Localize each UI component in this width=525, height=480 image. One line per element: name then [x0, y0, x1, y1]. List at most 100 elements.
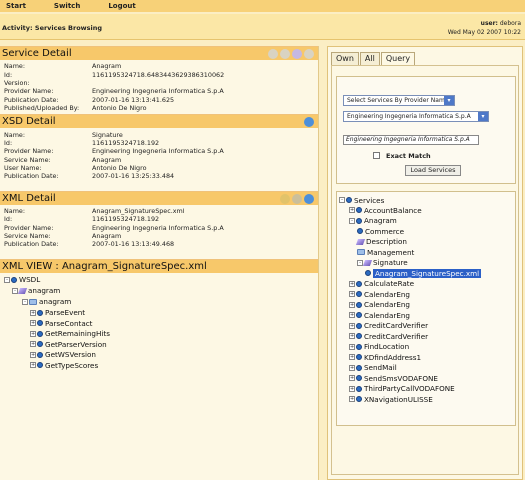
database-icon[interactable] — [304, 117, 314, 128]
field-label: Name: — [4, 206, 26, 215]
field-row: Publication Date: 2007-01-16 13:25:33.484 — [4, 172, 314, 180]
user-date: Wed May 02 2007 10:22 — [447, 29, 521, 36]
user-name: debora — [499, 20, 521, 27]
service-node[interactable]: + KDfindAddress1 — [349, 352, 421, 362]
service-node[interactable]: Commerce — [357, 226, 404, 236]
service-node[interactable]: + CalendarEng — [349, 310, 410, 320]
xml-view-tree: - WSDL - anagram - anagram + ParseEvent + ParseCo… — [0, 273, 318, 383]
service-node[interactable]: + XNavigationULISSE — [349, 394, 433, 404]
service-node[interactable]: + CreditCardVerifier — [349, 331, 428, 341]
service-node[interactable]: Management — [357, 247, 414, 257]
xml-node[interactable]: + ParseEvent — [30, 308, 85, 318]
collapse-icon[interactable]: - — [339, 197, 345, 203]
expand-icon[interactable]: + — [30, 341, 36, 348]
expand-icon[interactable]: + — [349, 312, 355, 318]
service-node[interactable]: + CalendarEng — [349, 300, 410, 310]
service-node[interactable]: Description — [355, 237, 407, 247]
xml-node[interactable]: + GetWSVersion — [30, 350, 96, 360]
expand-icon[interactable]: + — [349, 385, 355, 392]
delete-icon[interactable] — [304, 49, 314, 59]
tab-own[interactable]: Own — [331, 52, 359, 65]
expand-icon[interactable]: + — [349, 343, 355, 350]
save-icon[interactable] — [292, 193, 302, 204]
tree-node-label: CreditCardVerifier — [364, 331, 429, 341]
services-root[interactable]: - Services — [339, 195, 384, 205]
xml-node[interactable]: + GetParserVersion — [30, 339, 107, 349]
service-node[interactable]: Anagram_SignatureSpec.xml — [365, 268, 482, 278]
xml-view-header: XML VIEW : Anagram_SignatureSpec.xml — [0, 258, 318, 273]
tree-node-label: ThirdPartyCallVODAFONE — [364, 384, 455, 393]
field-row: Published/Uploaded By: Antonio De Nigro — [4, 104, 314, 112]
service-node[interactable]: + AccountBalance — [349, 205, 422, 215]
service-icon — [37, 320, 43, 327]
service-node[interactable]: + ThirdPartyCallVODAFONE — [349, 384, 455, 394]
expand-icon[interactable]: + — [349, 280, 355, 287]
service-node[interactable]: + CalendarEng — [349, 289, 410, 299]
menu-start[interactable]: Start — [6, 2, 26, 10]
service-icon — [37, 362, 43, 369]
expand-icon[interactable]: + — [349, 364, 355, 371]
field-label: Id: — [4, 138, 13, 147]
exact-match-checkbox[interactable] — [373, 152, 380, 159]
provider-select[interactable]: Engineering Ingegneria Informatica S.p.A… — [343, 111, 489, 122]
expand-icon[interactable]: + — [349, 396, 355, 402]
tab-all[interactable]: All — [359, 52, 380, 65]
search-icon[interactable] — [268, 49, 278, 59]
xml-node[interactable]: - anagram — [22, 297, 71, 307]
service-node[interactable]: + CreditCardVerifier — [349, 321, 428, 331]
field-label: Provider Name: — [4, 87, 54, 96]
field-value: Anagram — [92, 155, 122, 164]
field-label: Provider Name: — [4, 147, 54, 156]
refresh-icon[interactable] — [292, 49, 302, 59]
expand-icon[interactable]: + — [349, 291, 355, 297]
field-row: Provider Name: Engineering Ingegneria Inf… — [4, 87, 314, 95]
field-label: Service Name: — [4, 232, 51, 241]
expand-icon[interactable]: + — [349, 333, 355, 339]
xml-view-title: XML VIEW : Anagram_SignatureSpec.xml — [2, 260, 207, 272]
field-value: Anagram_SignatureSpec.xml — [92, 206, 185, 215]
menu-switch[interactable]: Switch — [54, 2, 80, 10]
expand-icon[interactable]: + — [30, 309, 36, 316]
tree-node-label: Anagram — [364, 216, 397, 225]
field-row: Id: 1161195324718.6483443629386310062 — [4, 70, 314, 79]
menu-logout[interactable]: Logout — [108, 2, 135, 10]
xml-node[interactable]: + GetTypeScores — [30, 360, 98, 370]
service-node[interactable]: + SendSmsVODAFONE — [349, 373, 438, 383]
collapse-icon[interactable]: - — [22, 298, 28, 305]
provider-input[interactable]: Engineering Ingegneria Informatica S.p.A — [343, 135, 479, 145]
tree-node-label: ParseContact — [45, 318, 93, 328]
collapse-icon[interactable]: - — [4, 276, 10, 283]
expand-icon[interactable]: + — [30, 330, 36, 337]
expand-icon[interactable]: + — [349, 354, 355, 360]
field-value: 1161195324718.192 — [92, 215, 160, 224]
service-node[interactable]: + CalculateRate — [349, 279, 414, 289]
field-value: Antonio De Nigro — [92, 104, 147, 113]
field-value: Engineering Ingegneria Informatica S.p.A — [92, 223, 224, 232]
expand-icon[interactable]: + — [349, 301, 355, 308]
expand-icon[interactable]: + — [349, 375, 355, 381]
service-node[interactable]: - Signature — [357, 258, 408, 268]
info-icon[interactable] — [280, 49, 290, 59]
expand-icon[interactable]: + — [30, 362, 36, 369]
field-value: Signature — [92, 130, 123, 139]
expand-icon[interactable]: + — [349, 322, 355, 329]
xml-node[interactable]: + ParseContact — [30, 318, 93, 328]
service-node[interactable]: + FindLocation — [349, 342, 409, 352]
load-services-button[interactable]: Load Services — [405, 165, 461, 176]
xml-node[interactable]: - anagram — [12, 286, 60, 296]
expand-icon[interactable]: + — [30, 320, 36, 327]
tab-query[interactable]: Query — [380, 52, 416, 65]
search-type-select[interactable]: Select Services By Provider Name ▾ — [343, 95, 455, 106]
field-label: Name: — [4, 130, 26, 139]
xml-node-wsdl[interactable]: - WSDL — [4, 275, 40, 285]
expand-icon[interactable]: + — [30, 351, 36, 358]
xml-node[interactable]: + GetRemainingHits — [30, 329, 110, 339]
expand-icon[interactable]: + — [349, 207, 355, 213]
service-node[interactable]: - Anagram — [349, 216, 397, 226]
field-label: Name: — [4, 62, 26, 71]
service-node[interactable]: + SendMail — [349, 363, 397, 373]
collapse-icon[interactable]: - — [349, 217, 355, 224]
edit-icon[interactable] — [280, 193, 290, 204]
database-icon[interactable] — [304, 193, 314, 204]
field-row: Service Name: Anagram — [4, 156, 314, 164]
